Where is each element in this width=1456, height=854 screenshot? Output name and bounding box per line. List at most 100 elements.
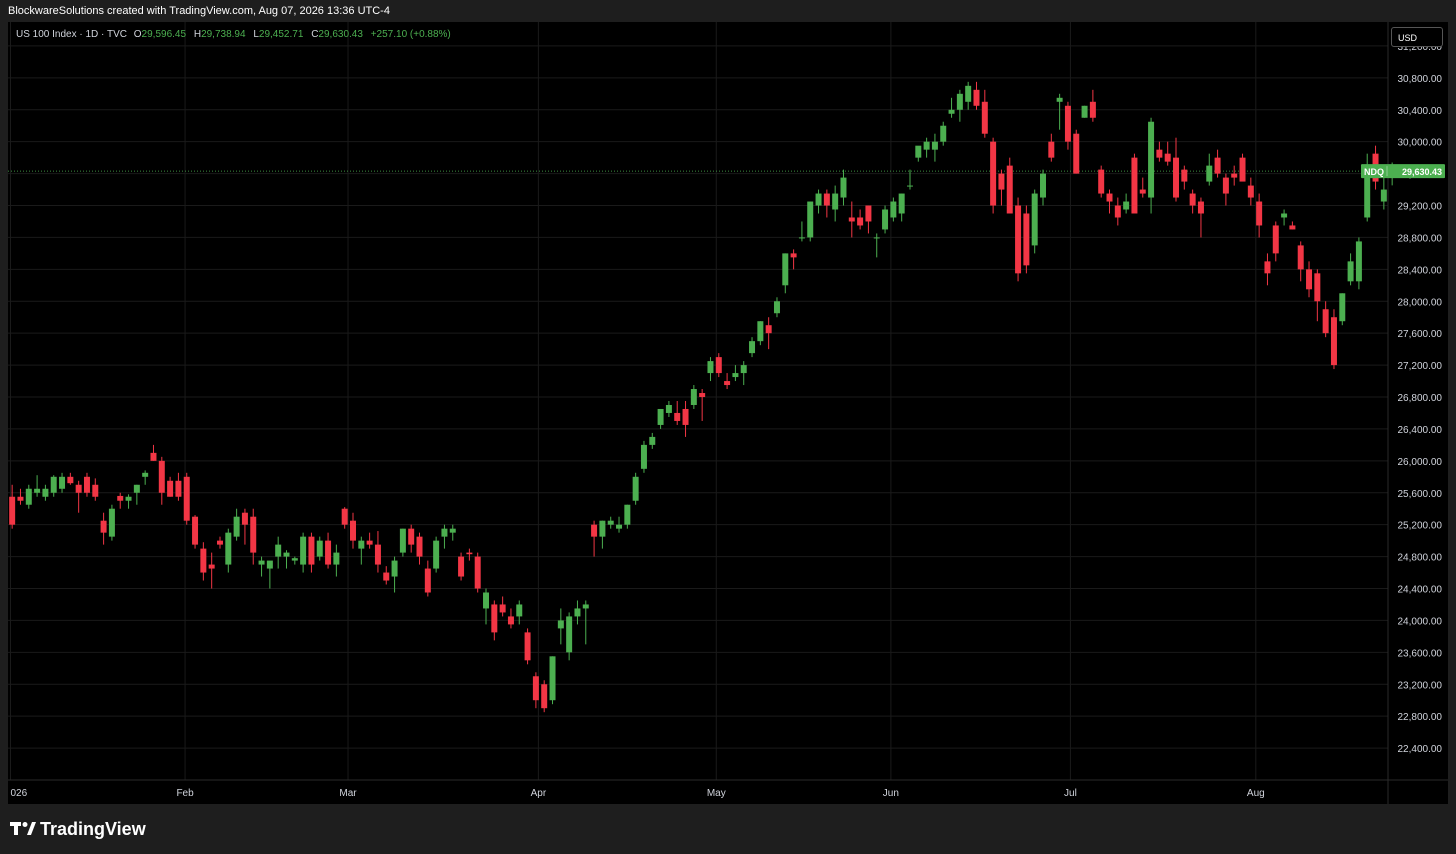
candle-body [749,341,756,354]
candle-body [765,325,772,334]
candle-body [266,560,273,569]
candle [466,548,473,561]
candle-body [192,516,199,545]
candle [1231,165,1238,186]
candle-body [1264,261,1271,274]
candle-body [732,373,739,378]
candle-body [466,552,473,555]
candle [965,81,972,110]
candle [882,205,889,234]
candle-body [1089,101,1096,118]
candle-body [1256,201,1263,226]
candle [266,560,273,589]
candle-body [67,476,74,484]
candle [1355,237,1362,290]
candle [699,389,706,421]
candle-body [1281,213,1288,218]
candle-body [1181,169,1188,182]
currency-button[interactable]: USD [1391,27,1443,47]
candle-body [208,564,215,569]
candle [1239,153,1246,182]
candle [25,484,32,509]
candle [749,337,756,358]
candle [906,169,913,190]
candle [798,221,805,242]
candle [183,472,190,525]
candle [1139,177,1146,198]
candle-body [1272,225,1279,254]
candle-body [890,201,897,218]
candle-body [142,472,149,477]
candle [832,185,839,222]
candle [1015,197,1022,282]
candle [175,472,182,501]
x-tick-label: Jul [1064,788,1077,799]
candle [1264,253,1271,286]
y-tick-label: 28,000.00 [1398,297,1443,308]
candle [499,596,506,617]
candle-body [300,536,307,565]
candle [757,321,764,346]
candle [1148,117,1155,214]
candle-body [532,676,539,701]
candle-body [92,484,99,497]
y-tick-label: 29,200.00 [1398,202,1443,213]
candle-body [699,393,706,398]
candle-body [391,560,398,577]
candle-body [458,556,465,577]
candle [915,145,922,162]
candle-body [150,452,157,461]
candle-body [674,412,681,421]
y-tick-label: 25,600.00 [1398,489,1443,500]
candle [707,357,714,382]
candle-body [624,504,631,525]
candle-body [1231,173,1238,178]
candle-body [366,540,373,545]
y-tick-label: 30,400.00 [1398,106,1443,117]
candle [391,556,398,593]
candle [773,297,780,318]
price-chart[interactable]: 31,200.0030,800.0030,400.0030,000.0029,6… [8,22,1448,804]
x-tick-label: Feb [176,788,194,799]
candle-body [250,516,257,553]
y-tick-label: 30,000.00 [1398,138,1443,149]
candle-body [707,361,714,374]
candle [424,560,431,597]
candle [898,193,905,222]
candle-body [474,556,481,589]
candle-body [940,125,947,142]
candle-body [125,496,132,501]
candle-body [1314,273,1321,302]
candle [283,550,290,569]
x-tick-label: Aug [1247,788,1265,799]
candle [225,528,232,573]
candle [1281,209,1288,226]
candle [150,444,157,461]
candle-body [291,558,298,561]
candle [333,544,340,577]
candle [449,524,456,541]
candle-body [1156,149,1163,158]
candle-body [258,560,265,565]
chart-frame[interactable]: 31,200.0030,800.0030,400.0030,000.0029,6… [8,22,1448,804]
candle [300,532,307,573]
candle [1330,309,1337,370]
candle [998,169,1005,206]
candle-body [491,604,498,633]
candle-body [582,604,589,609]
attribution-bar: BlockwareSolutions created with TradingV… [0,0,1456,22]
candle-body [1197,201,1204,214]
candle-body [1048,141,1055,158]
candle-body [1056,97,1063,102]
candle [399,528,406,557]
candle [308,532,315,573]
candle [1247,177,1254,206]
tradingview-brand[interactable]: TradingView [10,819,146,839]
candle-body [973,89,980,106]
change-value: +257.10 (+0.88%) [370,29,451,40]
candle [1164,141,1171,166]
candle [1297,241,1304,282]
candle [416,532,423,565]
symbol-label: US 100 Index · 1D · TVC [16,29,127,40]
x-tick-label: Apr [531,788,547,799]
